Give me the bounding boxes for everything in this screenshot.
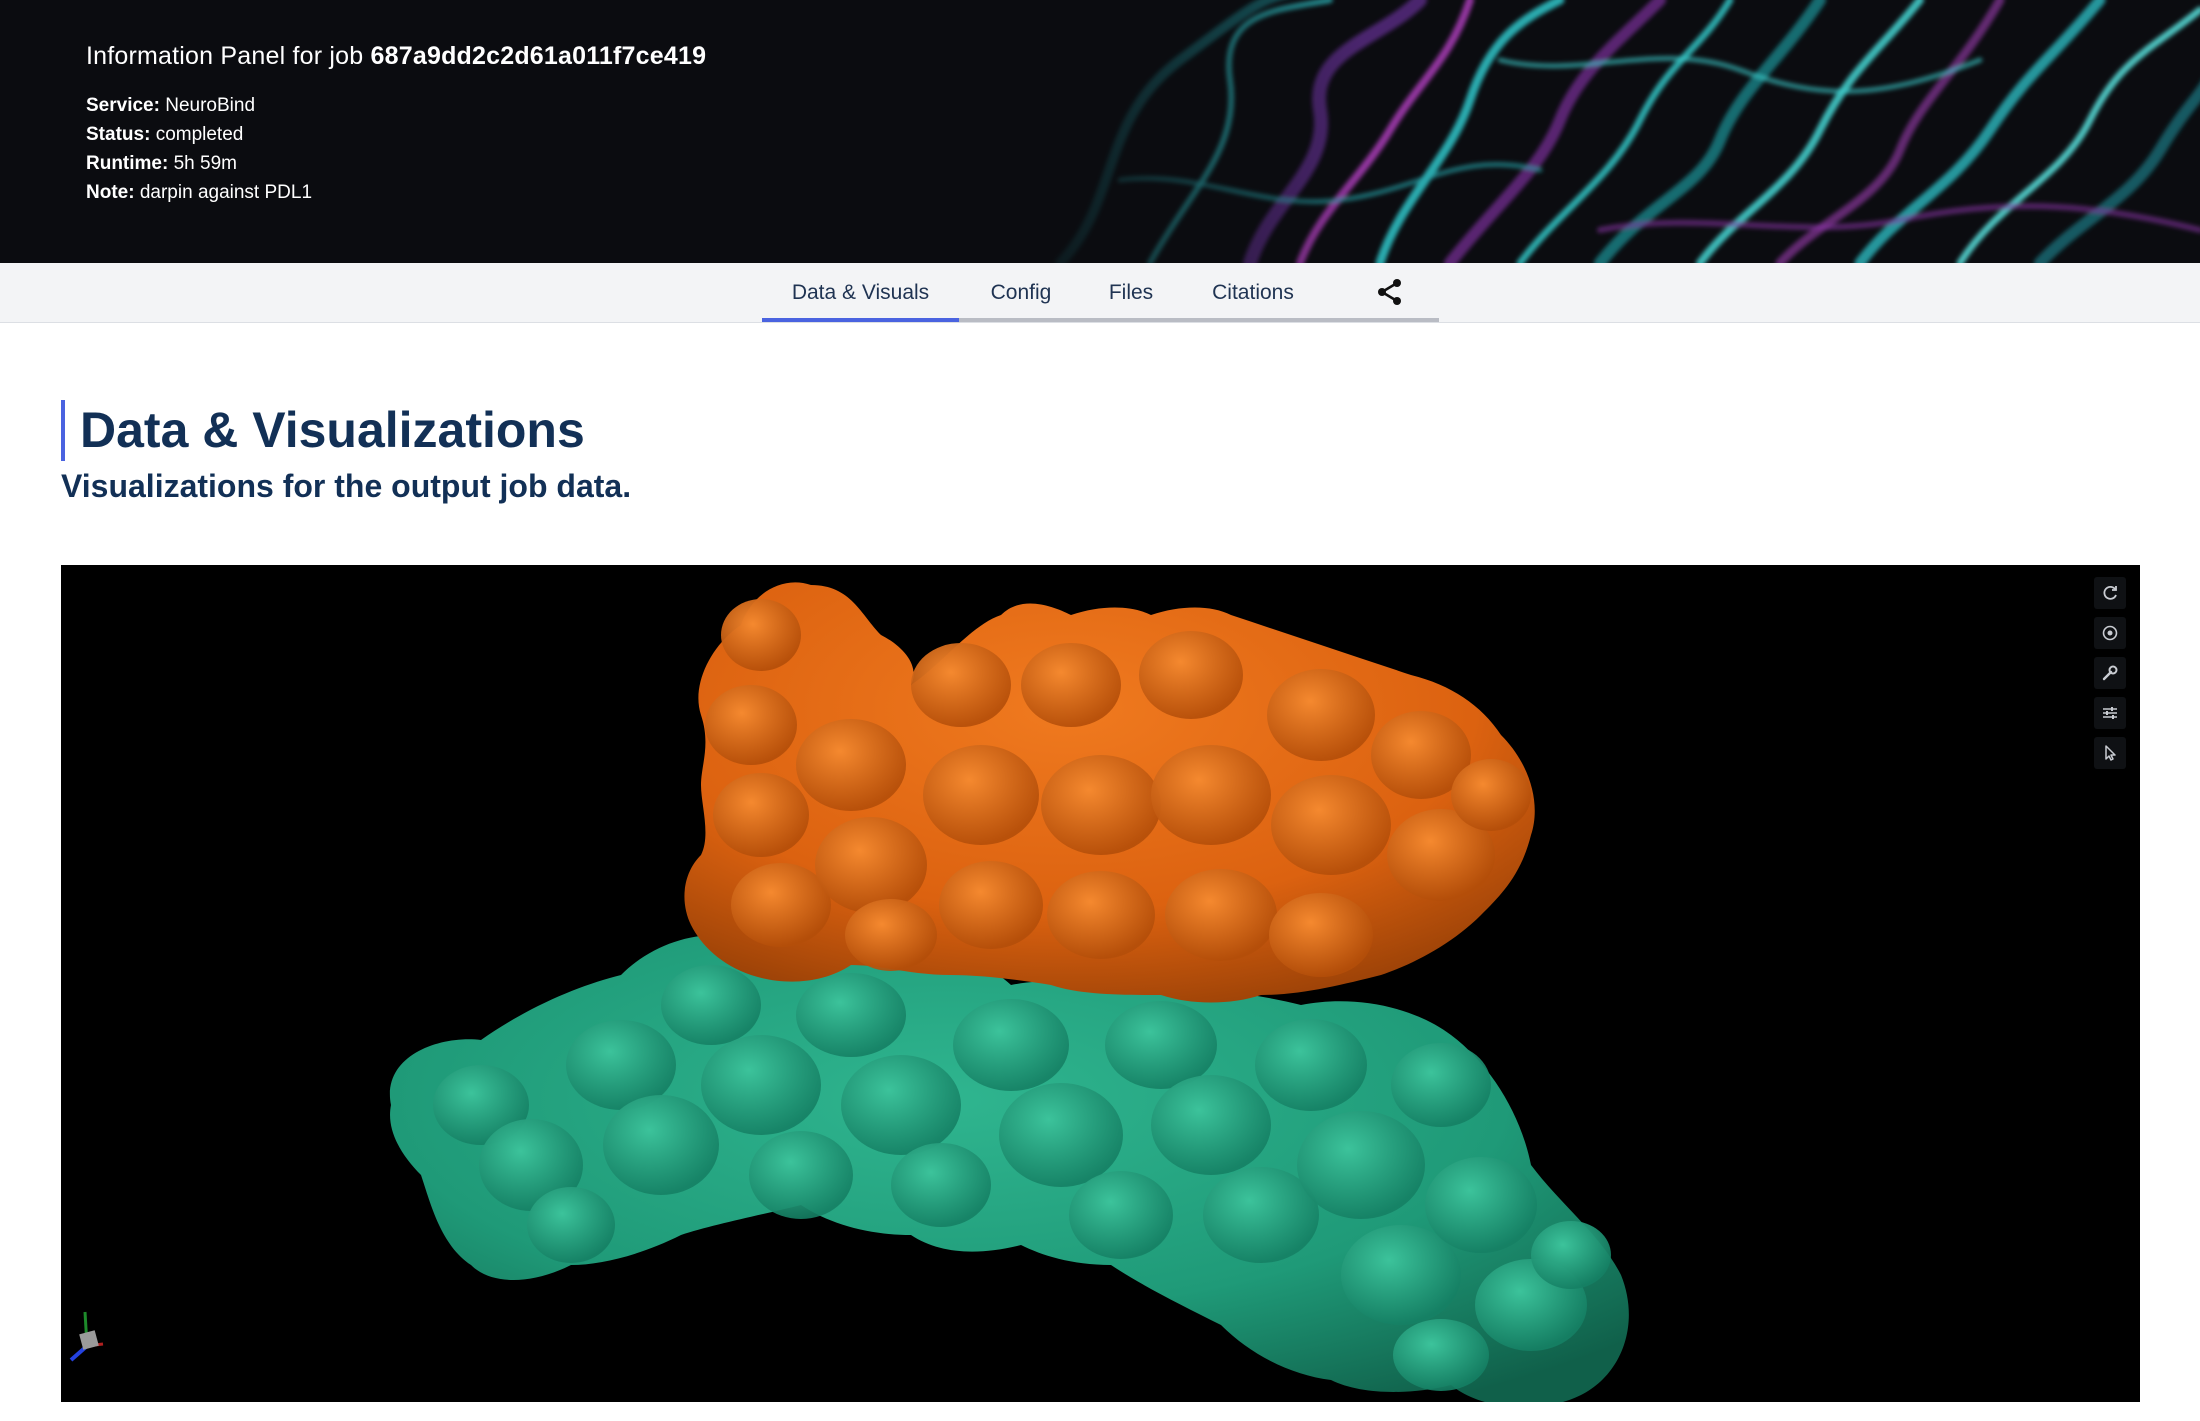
meta-status: Status: completed <box>86 120 706 149</box>
meta-status-value: completed <box>155 124 244 145</box>
job-title: Information Panel for job 687a9dd2c2d61a… <box>86 42 706 71</box>
molecule-viewer[interactable] <box>61 565 2140 1402</box>
tab-bar: Data & Visuals Config Files Citations <box>0 263 2200 323</box>
sliders-icon[interactable] <box>2094 697 2126 729</box>
share-icon[interactable] <box>1374 276 1406 308</box>
job-header-banner: Information Panel for job 687a9dd2c2d61a… <box>0 0 2200 263</box>
job-id: 687a9dd2c2d61a011f7ce419 <box>370 42 707 70</box>
meta-runtime-label: Runtime: <box>86 153 169 174</box>
axes-orientation-icon <box>69 1311 104 1362</box>
section-subtitle: Visualizations for the output job data. <box>61 468 632 504</box>
tab-config[interactable]: Config <box>959 263 1083 323</box>
tab-list: Data & Visuals Config Files Citations <box>762 263 1439 323</box>
reset-view-icon[interactable] <box>2094 577 2126 609</box>
meta-runtime-value: 5h 59m <box>173 153 237 174</box>
tab-citations[interactable]: Citations <box>1179 263 1327 323</box>
protein-surface-render[interactable] <box>61 565 2140 1402</box>
meta-note-value: darpin against PDL1 <box>139 182 313 203</box>
job-info: Information Panel for job 687a9dd2c2d61a… <box>86 42 706 207</box>
tab-files[interactable]: Files <box>1083 263 1179 323</box>
tab-data-visuals[interactable]: Data & Visuals <box>762 263 959 323</box>
chain-b-surface <box>389 934 1629 1402</box>
meta-service-label: Service: <box>86 95 160 116</box>
meta-service-value: NeuroBind <box>165 95 256 116</box>
meta-service: Service: NeuroBind <box>86 91 706 120</box>
section-title: Data & Visualizations <box>61 400 585 461</box>
job-title-prefix: Information Panel for job <box>86 42 364 70</box>
viewer-toolbar <box>2094 577 2126 777</box>
meta-note: Note: darpin against PDL1 <box>86 178 706 207</box>
cursor-icon[interactable] <box>2094 737 2126 769</box>
meta-status-label: Status: <box>86 124 151 145</box>
wrench-icon[interactable] <box>2094 657 2126 689</box>
meta-note-label: Note: <box>86 182 135 203</box>
meta-runtime: Runtime: 5h 59m <box>86 149 706 178</box>
screenshot-icon[interactable] <box>2094 617 2126 649</box>
chain-a-surface <box>684 582 1535 1003</box>
